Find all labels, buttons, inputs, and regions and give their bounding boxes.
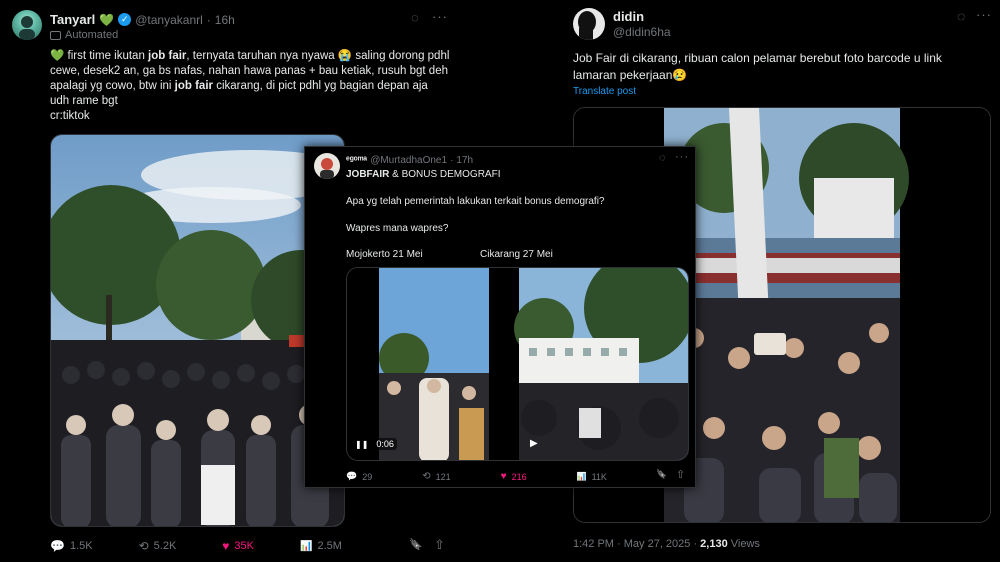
avatar[interactable]	[573, 8, 605, 40]
views-label: Views	[727, 538, 760, 550]
label-mojokerto: Mojokerto 21 Mei	[346, 249, 423, 260]
reply-button[interactable]: 💬 29	[346, 471, 372, 482]
views-count: 11K	[591, 471, 607, 482]
bookmark-icon[interactable]: 🔖	[409, 538, 423, 551]
question-2: Wapres mana wapres?	[346, 223, 449, 234]
credit-line: cr:tiktok	[50, 110, 90, 122]
post-time[interactable]: 16h	[215, 13, 235, 27]
retweet-icon: ⟲	[138, 539, 149, 553]
share-icon[interactable]: ⇧	[676, 468, 685, 481]
verified-badge-icon: ✓	[118, 13, 132, 26]
crowd-photo-illustration	[51, 135, 344, 526]
action-bar: 💬 1.5K ⟲ 5.2K ♥ 35K 📊 2.5M	[50, 539, 430, 553]
grok-icon[interactable]: ◌	[957, 8, 965, 24]
retweet-count: 5.2K	[153, 540, 177, 552]
tweet-text: Job Fair di cikarang, ribuan calon pelam…	[573, 51, 942, 82]
retweet-button[interactable]: ⟲ 121	[422, 471, 450, 482]
post-time[interactable]: 17h	[456, 155, 473, 166]
video-controls: ❚❚ 0:06	[355, 438, 397, 450]
like-count: 216	[511, 471, 527, 482]
green-heart-emoji: 💚	[99, 12, 115, 27]
play-icon[interactable]: ▶	[530, 438, 538, 449]
retweet-count: 121	[435, 471, 451, 482]
grok-icon[interactable]: ◌	[659, 152, 666, 164]
avatar-figure	[19, 16, 35, 40]
like-button[interactable]: ♥ 216	[501, 471, 527, 482]
reply-button[interactable]: 💬 1.5K	[50, 539, 93, 553]
translate-post-link[interactable]: Translate post	[573, 86, 636, 97]
like-icon: ♥	[500, 471, 507, 482]
author-name[interactable]: didin	[613, 9, 644, 24]
avatar[interactable]	[12, 10, 42, 40]
views-count: 2.5M	[317, 540, 342, 552]
bot-icon	[50, 30, 61, 40]
avatar[interactable]	[314, 153, 340, 179]
more-icon[interactable]: ···	[976, 7, 992, 22]
highlight-job-fair-1: job fair	[148, 50, 187, 62]
like-count: 35K	[234, 540, 254, 552]
views-count: 2,130	[700, 538, 728, 550]
like-button[interactable]: ♥ 35K	[222, 539, 254, 553]
video-frame-illustration	[347, 268, 688, 460]
dot-separator: ·	[450, 155, 454, 166]
share-icon[interactable]: ⇧	[434, 537, 445, 553]
screenshot-collage: Tanyarl 💚 ✓ @tanyakanrl · 16h Automated …	[0, 0, 1000, 562]
avatar-figure	[578, 11, 596, 40]
tweet-video[interactable]: ❚❚ 0:06 ▶	[346, 267, 689, 461]
post-meta: 1:42 PM · May 27, 2025 · 2,130 Views	[573, 538, 760, 550]
automated-label: Automated	[65, 29, 119, 41]
label-cikarang: Cikarang 27 Mei	[480, 249, 553, 260]
views-button[interactable]: 📊 2.5M	[300, 540, 342, 552]
like-icon: ♥	[222, 539, 230, 553]
author-handle[interactable]: @MurtadhaOne1	[370, 155, 447, 166]
bookmark-icon[interactable]: 🔖	[656, 469, 667, 480]
text-part-1: 💚 first time ikutan	[50, 50, 149, 62]
retweet-icon: ⟲	[422, 471, 431, 482]
grok-icon[interactable]: ◌	[411, 10, 419, 25]
reply-icon: 💬	[346, 471, 358, 481]
video-duration: 0:06	[373, 438, 397, 450]
title-rest: & BONUS DEMOGRAFI	[389, 169, 501, 180]
retweet-button[interactable]: ⟲ 5.2K	[139, 539, 177, 553]
views-icon: 📊	[300, 540, 313, 552]
post-title: JOBFAIR & BONUS DEMOGRAFI	[346, 169, 500, 180]
views-button[interactable]: 📊 11K	[577, 472, 607, 482]
author-handle[interactable]: @didin6ha	[613, 25, 671, 39]
author-name[interactable]: ᵉᵍᵒᵐᵃ	[346, 155, 367, 166]
author-handle[interactable]: @tanyakanrl	[135, 13, 203, 27]
views-icon: 📊	[576, 472, 587, 481]
dot-separator: ·	[206, 12, 211, 27]
reply-count: 1.5K	[69, 540, 93, 552]
post-timestamp[interactable]: 1:42 PM · May 27, 2025 ·	[573, 538, 700, 550]
tweet-text: 💚 first time ikutan job fair, ternyata t…	[50, 49, 450, 124]
reply-icon: 💬	[50, 539, 65, 553]
reply-count: 29	[362, 471, 373, 482]
tweet-photo[interactable]	[50, 134, 345, 527]
pause-icon[interactable]: ❚❚	[355, 440, 368, 449]
highlight-job-fair-2: job fair	[174, 80, 213, 92]
avatar-figure	[320, 158, 334, 179]
tweet-middle-overlay[interactable]: ᵉᵍᵒᵐᵃ @MurtadhaOne1 · 17h ◌ ··· JOBFAIR …	[304, 146, 696, 488]
more-icon[interactable]: ···	[675, 151, 689, 163]
title-jobfair: JOBFAIR	[346, 169, 390, 180]
action-bar: 💬 29 ⟲ 121 ♥ 216 📊 11K	[346, 471, 607, 482]
author-name[interactable]: Tanyarl	[50, 12, 95, 27]
more-icon[interactable]: ···	[432, 9, 448, 24]
question-1: Apa yg telah pemerintah lakukan terkait …	[346, 196, 605, 207]
